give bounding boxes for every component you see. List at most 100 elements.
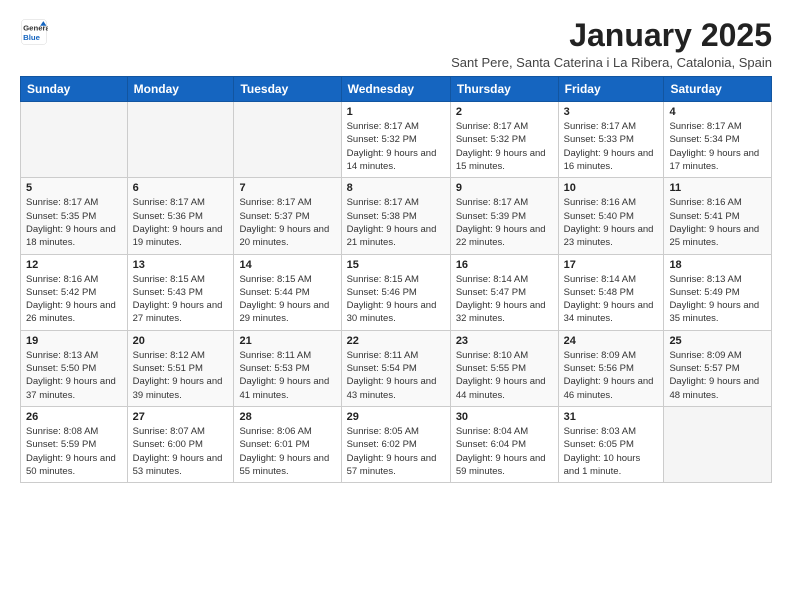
day-cell: 31 Sunrise: 8:03 AM Sunset: 6:05 PM Dayli…: [558, 406, 664, 482]
day-info: Sunrise: 8:16 AM Sunset: 5:42 PM Dayligh…: [26, 273, 122, 326]
day-cell: 10 Sunrise: 8:16 AM Sunset: 5:40 PM Dayli…: [558, 178, 664, 254]
day-info: Sunrise: 8:10 AM Sunset: 5:55 PM Dayligh…: [456, 349, 553, 402]
day-cell: 8 Sunrise: 8:17 AM Sunset: 5:38 PM Daylig…: [341, 178, 450, 254]
day-cell: 21Sunrise: 8:11 AM Sunset: 5:53 PM Dayli…: [234, 330, 341, 406]
day-number: 20: [133, 335, 229, 347]
day-number: 29: [347, 411, 445, 423]
day-number: 28: [239, 411, 335, 423]
col-monday: Monday: [127, 77, 234, 102]
day-info: Sunrise: 8:16 AM Sunset: 5:41 PM Dayligh…: [669, 196, 766, 249]
day-number: 19: [26, 335, 122, 347]
day-cell: 11 Sunrise: 8:16 AM Sunset: 5:41 PM Dayli…: [664, 178, 772, 254]
day-number: 2: [456, 106, 553, 118]
day-info: Sunrise: 8:15 AM Sunset: 5:44 PM Dayligh…: [239, 273, 335, 326]
day-number: 10: [564, 182, 659, 194]
day-info: Sunrise: 8:14 AM Sunset: 5:48 PM Dayligh…: [564, 273, 659, 326]
day-number: 23: [456, 335, 553, 347]
day-number: 31: [564, 411, 659, 423]
calendar-table: Sunday Monday Tuesday Wednesday Thursday…: [20, 76, 772, 483]
day-cell: [664, 406, 772, 482]
day-cell: 13 Sunrise: 8:15 AM Sunset: 5:43 PM Dayli…: [127, 254, 234, 330]
day-number: 11: [669, 182, 766, 194]
day-cell: 23 Sunrise: 8:10 AM Sunset: 5:55 PM Dayli…: [450, 330, 558, 406]
week-row-1: 1 Sunrise: 8:17 AM Sunset: 5:32 PM Daylig…: [21, 102, 772, 178]
day-number: 4: [669, 106, 766, 118]
week-row-5: 26Sunrise: 8:08 AM Sunset: 5:59 PM Dayli…: [21, 406, 772, 482]
day-info: Sunrise: 8:15 AM Sunset: 5:43 PM Dayligh…: [133, 273, 229, 326]
day-info: Sunrise: 8:17 AM Sunset: 5:38 PM Dayligh…: [347, 196, 445, 249]
day-info: Sunrise: 8:17 AM Sunset: 5:34 PM Dayligh…: [669, 120, 766, 173]
day-number: 30: [456, 411, 553, 423]
day-info: Sunrise: 8:17 AM Sunset: 5:36 PM Dayligh…: [133, 196, 229, 249]
day-cell: 15 Sunrise: 8:15 AM Sunset: 5:46 PM Dayli…: [341, 254, 450, 330]
header: General Blue January 2025 Sant Pere, San…: [20, 18, 772, 70]
day-info: Sunrise: 8:15 AM Sunset: 5:46 PM Dayligh…: [347, 273, 445, 326]
day-info: Sunrise: 8:11 AM Sunset: 5:53 PM Dayligh…: [239, 349, 335, 402]
month-title: January 2025: [451, 18, 772, 53]
calendar-page: General Blue January 2025 Sant Pere, San…: [0, 0, 792, 501]
day-number: 25: [669, 335, 766, 347]
day-number: 8: [347, 182, 445, 194]
day-info: Sunrise: 8:13 AM Sunset: 5:49 PM Dayligh…: [669, 273, 766, 326]
day-cell: 14 Sunrise: 8:15 AM Sunset: 5:44 PM Dayli…: [234, 254, 341, 330]
day-number: 9: [456, 182, 553, 194]
day-cell: 22Sunrise: 8:11 AM Sunset: 5:54 PM Dayli…: [341, 330, 450, 406]
col-thursday: Thursday: [450, 77, 558, 102]
day-cell: 18 Sunrise: 8:13 AM Sunset: 5:49 PM Dayli…: [664, 254, 772, 330]
day-info: Sunrise: 8:14 AM Sunset: 5:47 PM Dayligh…: [456, 273, 553, 326]
col-friday: Friday: [558, 77, 664, 102]
day-cell: 9 Sunrise: 8:17 AM Sunset: 5:39 PM Daylig…: [450, 178, 558, 254]
col-sunday: Sunday: [21, 77, 128, 102]
day-number: 15: [347, 259, 445, 271]
day-cell: [234, 102, 341, 178]
day-cell: 12 Sunrise: 8:16 AM Sunset: 5:42 PM Dayli…: [21, 254, 128, 330]
week-row-2: 5Sunrise: 8:17 AM Sunset: 5:35 PM Daylig…: [21, 178, 772, 254]
day-number: 27: [133, 411, 229, 423]
day-info: Sunrise: 8:17 AM Sunset: 5:32 PM Dayligh…: [347, 120, 445, 173]
subtitle: Sant Pere, Santa Caterina i La Ribera, C…: [451, 55, 772, 70]
title-block: January 2025 Sant Pere, Santa Caterina i…: [451, 18, 772, 70]
day-number: 7: [239, 182, 335, 194]
day-cell: [127, 102, 234, 178]
week-row-3: 12 Sunrise: 8:16 AM Sunset: 5:42 PM Dayli…: [21, 254, 772, 330]
day-number: 6: [133, 182, 229, 194]
day-info: Sunrise: 8:17 AM Sunset: 5:39 PM Dayligh…: [456, 196, 553, 249]
col-saturday: Saturday: [664, 77, 772, 102]
day-number: 16: [456, 259, 553, 271]
day-info: Sunrise: 8:16 AM Sunset: 5:40 PM Dayligh…: [564, 196, 659, 249]
day-cell: 2Sunrise: 8:17 AM Sunset: 5:32 PM Daylig…: [450, 102, 558, 178]
day-cell: 20 Sunrise: 8:12 AM Sunset: 5:51 PM Dayli…: [127, 330, 234, 406]
day-cell: 25 Sunrise: 8:09 AM Sunset: 5:57 PM Dayli…: [664, 330, 772, 406]
svg-text:Blue: Blue: [23, 33, 41, 42]
day-info: Sunrise: 8:06 AM Sunset: 6:01 PM Dayligh…: [239, 425, 335, 478]
day-cell: 17 Sunrise: 8:14 AM Sunset: 5:48 PM Dayli…: [558, 254, 664, 330]
day-info: Sunrise: 8:11 AM Sunset: 5:54 PM Dayligh…: [347, 349, 445, 402]
day-info: Sunrise: 8:09 AM Sunset: 5:57 PM Dayligh…: [669, 349, 766, 402]
day-info: Sunrise: 8:17 AM Sunset: 5:35 PM Dayligh…: [26, 196, 122, 249]
day-number: 13: [133, 259, 229, 271]
day-number: 18: [669, 259, 766, 271]
day-cell: 7Sunrise: 8:17 AM Sunset: 5:37 PM Daylig…: [234, 178, 341, 254]
day-info: Sunrise: 8:12 AM Sunset: 5:51 PM Dayligh…: [133, 349, 229, 402]
day-number: 24: [564, 335, 659, 347]
day-number: 17: [564, 259, 659, 271]
day-cell: 29 Sunrise: 8:05 AM Sunset: 6:02 PM Dayli…: [341, 406, 450, 482]
day-cell: [21, 102, 128, 178]
day-cell: 5Sunrise: 8:17 AM Sunset: 5:35 PM Daylig…: [21, 178, 128, 254]
day-cell: 6 Sunrise: 8:17 AM Sunset: 5:36 PM Daylig…: [127, 178, 234, 254]
header-row: Sunday Monday Tuesday Wednesday Thursday…: [21, 77, 772, 102]
day-cell: 28 Sunrise: 8:06 AM Sunset: 6:01 PM Dayli…: [234, 406, 341, 482]
day-cell: 3Sunrise: 8:17 AM Sunset: 5:33 PM Daylig…: [558, 102, 664, 178]
col-wednesday: Wednesday: [341, 77, 450, 102]
day-number: 14: [239, 259, 335, 271]
day-info: Sunrise: 8:13 AM Sunset: 5:50 PM Dayligh…: [26, 349, 122, 402]
day-info: Sunrise: 8:09 AM Sunset: 5:56 PM Dayligh…: [564, 349, 659, 402]
logo-icon: General Blue: [20, 18, 48, 46]
day-number: 12: [26, 259, 122, 271]
day-number: 1: [347, 106, 445, 118]
day-info: Sunrise: 8:05 AM Sunset: 6:02 PM Dayligh…: [347, 425, 445, 478]
day-cell: 19 Sunrise: 8:13 AM Sunset: 5:50 PM Dayli…: [21, 330, 128, 406]
day-info: Sunrise: 8:08 AM Sunset: 5:59 PM Dayligh…: [26, 425, 122, 478]
day-info: Sunrise: 8:03 AM Sunset: 6:05 PM Dayligh…: [564, 425, 659, 478]
day-cell: 30Sunrise: 8:04 AM Sunset: 6:04 PM Dayli…: [450, 406, 558, 482]
